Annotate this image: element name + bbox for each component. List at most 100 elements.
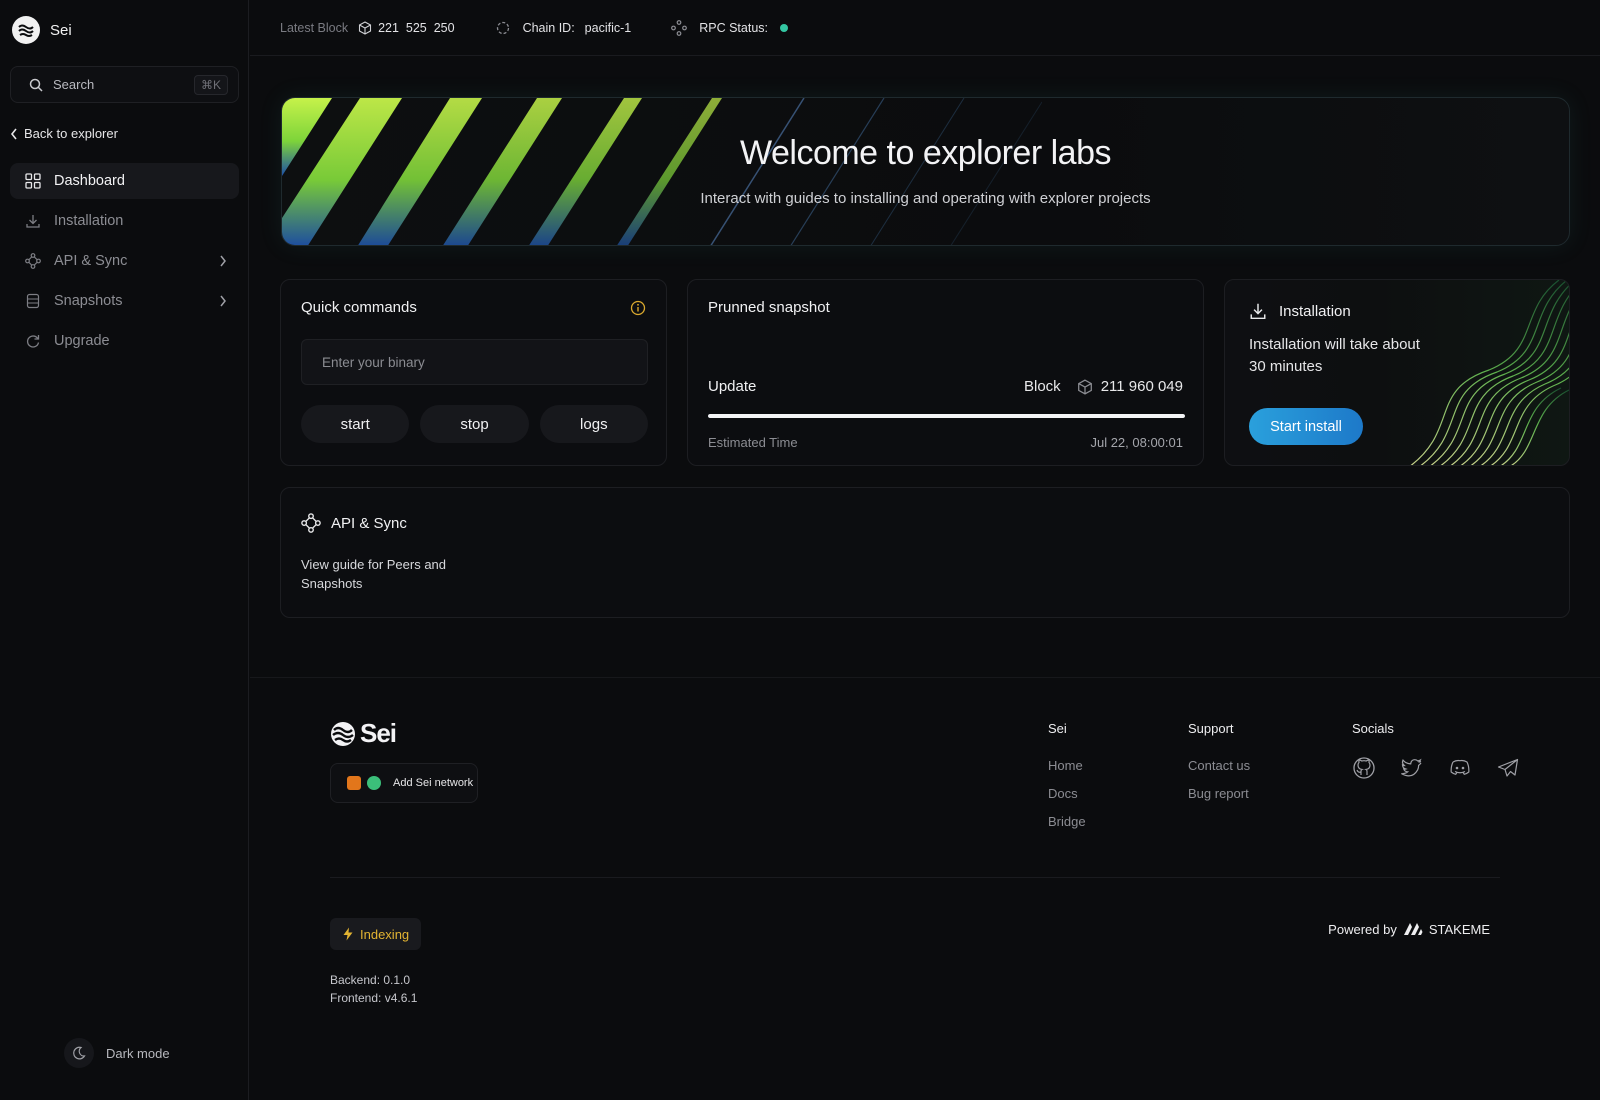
info-icon[interactable] [630, 300, 646, 319]
footer-divider [330, 877, 1500, 878]
start-button[interactable]: start [301, 405, 410, 443]
sidebar-item-label: Snapshots [54, 293, 123, 309]
lightning-icon [343, 927, 353, 941]
grid-icon [24, 172, 42, 190]
snapshot-progress-bar [708, 414, 1185, 418]
database-icon [24, 292, 42, 310]
cube-icon [359, 20, 372, 35]
block-value: 211 960 049 [1100, 378, 1183, 395]
installation-text: Installation will take about 30 minutes [1249, 336, 1420, 375]
discord-icon[interactable] [1448, 756, 1472, 780]
chain-id-label: Chain ID: [522, 20, 575, 35]
sidebar-nav: Dashboard Installation API & Sync Snapsh… [10, 163, 239, 363]
api-sync-card[interactable]: API & Sync View guide for Peers and Snap… [280, 487, 1570, 618]
sidebar-item-label: Upgrade [54, 333, 110, 349]
footer-col-title: Socials [1352, 721, 1394, 736]
twitter-icon[interactable] [1400, 756, 1424, 780]
chevron-right-icon [220, 295, 226, 307]
search-bar[interactable]: Search ⌘K [10, 66, 239, 103]
footer-col-support: Support Contact us Bug report [1188, 721, 1250, 814]
chain-icon [496, 21, 509, 34]
stakeme-logo-icon [1403, 923, 1423, 935]
sidebar-item-api-sync[interactable]: API & Sync [10, 243, 239, 279]
sidebar-item-label: Dashboard [54, 173, 125, 189]
latest-block-value: 221 525 250 [378, 20, 455, 35]
latest-block-label: Latest Block [280, 20, 349, 35]
refresh-icon [24, 332, 42, 350]
social-links [1352, 756, 1520, 780]
powered-by[interactable]: Powered by STAKEME [1328, 921, 1490, 937]
start-install-button[interactable]: Start install [1249, 408, 1363, 445]
quick-commands-card: Quick commands Enter your binary start s… [280, 279, 667, 466]
command-buttons: start stop logs [301, 405, 648, 443]
brand[interactable]: Sei [12, 16, 72, 44]
rpc-status-dot [780, 23, 788, 32]
version-info: Backend: 0.1.0 Frontend: v4.6.1 [330, 971, 417, 1007]
nodes-icon [301, 513, 321, 533]
sidebar-item-label: Installation [54, 213, 124, 229]
indexing-badge: Indexing [330, 918, 422, 950]
progress-fill [708, 414, 1185, 418]
add-network-button[interactable]: Add Sei network [330, 763, 478, 803]
api-sync-header: API & Sync [301, 513, 407, 533]
telegram-icon[interactable] [1496, 756, 1520, 780]
chevron-left-icon [10, 128, 17, 139]
sidebar: Sei Search ⌘K Back to explorer Dashboard… [0, 0, 249, 1100]
nodes-icon [671, 19, 688, 36]
dark-mode-toggle[interactable]: Dark mode [64, 1038, 170, 1068]
moon-icon [64, 1038, 94, 1068]
sidebar-item-snapshots[interactable]: Snapshots [10, 283, 239, 319]
chain-id-value: pacific-1 [584, 20, 632, 35]
latest-block: Latest Block 221 525 250 [280, 21, 455, 35]
search-shortcut: ⌘K [193, 74, 228, 95]
sidebar-item-dashboard[interactable]: Dashboard [10, 163, 239, 199]
dark-mode-label: Dark mode [106, 1045, 170, 1061]
powered-by-brand: STAKEME [1428, 921, 1490, 937]
nodes-icon [24, 252, 42, 270]
footer-col-title: Sei [1048, 721, 1067, 736]
search-icon [29, 78, 43, 92]
api-sync-text: View guide for Peers and Snapshots [301, 557, 447, 591]
installation-card: Installation Installation will take abou… [1224, 279, 1570, 466]
hero-banner: Welcome to explorer labs Interact with g… [281, 97, 1570, 246]
sidebar-item-upgrade[interactable]: Upgrade [10, 323, 239, 359]
footer-link-docs[interactable]: Docs [1048, 786, 1086, 801]
installation-title: Installation [1279, 302, 1351, 320]
powered-by-label: Powered by [1328, 921, 1397, 937]
back-to-explorer-link[interactable]: Back to explorer [10, 126, 118, 141]
installation-header: Installation [1249, 302, 1351, 320]
rpc-status: RPC Status: [671, 19, 788, 36]
logs-button[interactable]: logs [539, 405, 648, 443]
footer-logo-text: Sei [360, 718, 397, 748]
api-sync-title: API & Sync [331, 514, 407, 532]
block-label: Block [1024, 378, 1061, 395]
chain-id: Chain ID: pacific-1 [495, 20, 632, 36]
stop-button[interactable]: stop [420, 405, 529, 443]
footer-col-socials: Socials [1352, 721, 1394, 758]
footer-link-home[interactable]: Home [1048, 758, 1086, 773]
estimated-time-value: Jul 22, 08:00:01 [1090, 435, 1183, 450]
back-label: Back to explorer [24, 126, 118, 141]
footer-link-bridge[interactable]: Bridge [1048, 814, 1086, 829]
pruned-snapshot-card: Prunned snapshot Update Block 211 960 04… [687, 279, 1204, 466]
footer-link-bug-report[interactable]: Bug report [1188, 786, 1250, 801]
backend-version: Backend: 0.1.0 [330, 973, 411, 987]
sidebar-item-label: API & Sync [54, 253, 128, 269]
download-icon [24, 212, 42, 230]
quick-commands-title: Quick commands [301, 299, 417, 316]
sei-logo-icon [331, 721, 355, 746]
download-icon [1250, 303, 1266, 320]
sidebar-item-installation[interactable]: Installation [10, 203, 239, 239]
update-label: Update [708, 378, 757, 395]
github-icon[interactable] [1352, 756, 1376, 780]
footer-logo[interactable]: Sei [330, 718, 397, 749]
hero-subtitle: Interact with guides to installing and o… [700, 190, 1151, 207]
footer-col-title: Support [1188, 721, 1234, 736]
binary-input[interactable]: Enter your binary [301, 339, 648, 385]
rpc-status-label: RPC Status: [699, 20, 768, 35]
chevron-right-icon [220, 255, 226, 267]
sei-logo-icon [12, 16, 40, 44]
footer-link-contact[interactable]: Contact us [1188, 758, 1250, 773]
frontend-version: Frontend: v4.6.1 [330, 991, 418, 1005]
cube-icon [1077, 378, 1092, 395]
